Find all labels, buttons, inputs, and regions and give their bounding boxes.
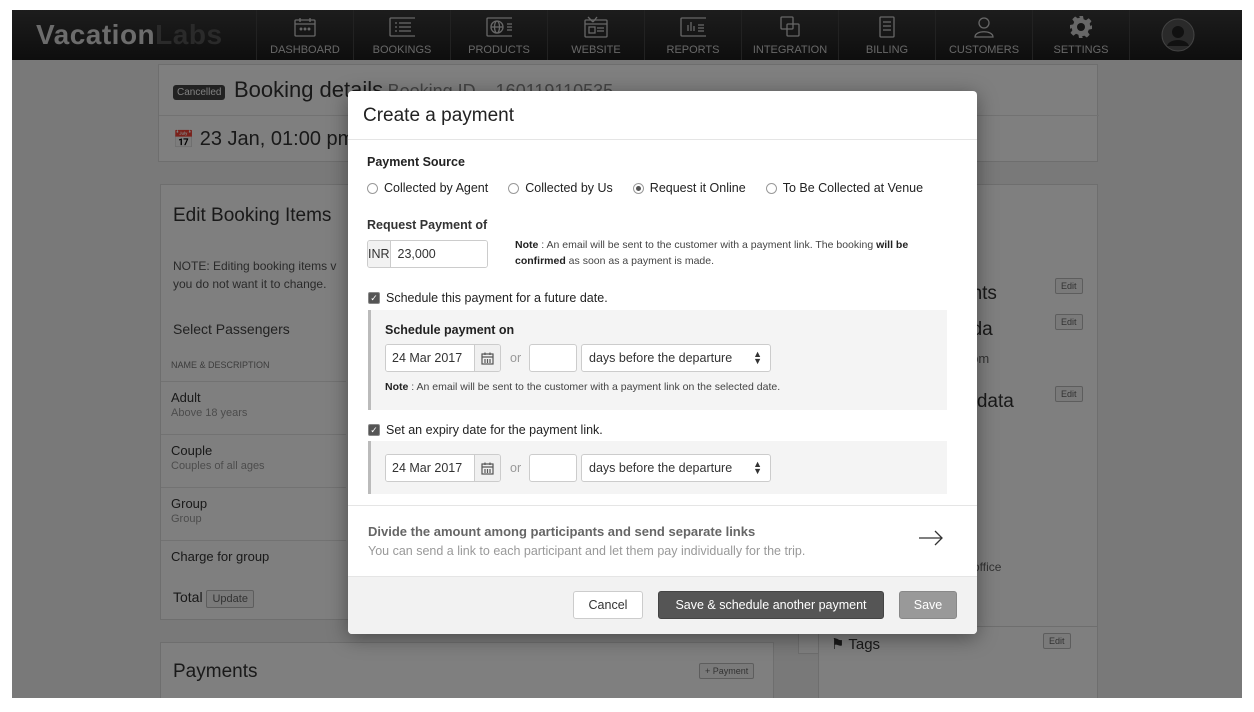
expiry-checkbox-row[interactable]: ✓ Set an expiry date for the payment lin… <box>368 423 603 437</box>
payment-source-group: Collected by Agent Collected by Us Reque… <box>367 181 943 195</box>
expiry-date-input[interactable] <box>386 455 474 481</box>
radio-collected-by-agent[interactable]: Collected by Agent <box>367 181 488 195</box>
expiry-days-input[interactable] <box>529 454 577 482</box>
divide-heading: Divide the amount among participants and… <box>368 524 756 539</box>
schedule-note: Note : An email will be sent to the cust… <box>385 379 780 395</box>
radio-request-online[interactable]: Request it Online <box>632 181 746 195</box>
radio-label: Collected by Us <box>525 181 613 195</box>
payment-source-label: Payment Source <box>367 155 465 169</box>
or-text: or <box>510 351 522 365</box>
note-text: : An email will be sent to the customer … <box>408 381 781 393</box>
radio-label: To Be Collected at Venue <box>782 181 924 195</box>
payment-note: Note : An email will be sent to the cust… <box>515 237 945 269</box>
schedule-days-input[interactable] <box>529 344 577 372</box>
radio-circle[interactable] <box>765 182 777 194</box>
amount-input-group: INR <box>367 240 488 268</box>
calendar-icon[interactable] <box>474 455 500 481</box>
expiry-checkbox-label: Set an expiry date for the payment link. <box>386 423 603 437</box>
save-button[interactable]: Save <box>899 591 957 619</box>
calendar-icon[interactable] <box>474 345 500 371</box>
amount-input[interactable] <box>390 241 487 267</box>
app-window: VacationLabs DASHBOARD BOOKINGS PRODUCTS… <box>12 10 1242 698</box>
note-text: : An email will be sent to the customer … <box>538 239 877 251</box>
cancel-button[interactable]: Cancel <box>573 591 643 619</box>
currency-addon: INR <box>368 241 391 267</box>
radio-label: Collected by Agent <box>384 181 489 195</box>
note-text-end: as soon as a payment is made. <box>565 255 715 267</box>
expiry-section: or days before the departure ▲▼ <box>368 441 947 494</box>
or-text: or <box>510 461 522 475</box>
note-label: Note <box>385 381 409 393</box>
divide-amount-link[interactable]: Divide the amount among participants and… <box>348 505 977 576</box>
schedule-checkbox-row[interactable]: ✓ Schedule this payment for a future dat… <box>368 291 608 305</box>
schedule-checkbox-label: Schedule this payment for a future date. <box>386 291 608 305</box>
schedule-checkbox[interactable]: ✓ <box>368 292 380 304</box>
radio-label: Request it Online <box>649 181 746 195</box>
save-schedule-another-button[interactable]: Save & schedule another payment <box>658 591 884 619</box>
create-payment-modal: Create a payment Payment Source Collecte… <box>348 91 977 634</box>
expiry-checkbox[interactable]: ✓ <box>368 424 380 436</box>
schedule-days-select[interactable]: days before the departure ▲ ▼ <box>581 344 771 372</box>
divide-subtext: You can send a link to each participant … <box>368 544 806 558</box>
radio-circle[interactable] <box>508 182 520 194</box>
select-arrows-icon: ▲ ▼ <box>753 459 762 476</box>
select-value: days before the departure <box>589 461 733 475</box>
request-payment-label: Request Payment of <box>367 218 488 232</box>
radio-collected-at-venue[interactable]: To Be Collected at Venue <box>765 181 924 195</box>
schedule-date-input[interactable] <box>386 345 474 371</box>
schedule-on-label: Schedule payment on <box>385 323 515 337</box>
radio-circle[interactable] <box>367 182 378 194</box>
expiry-date-group <box>385 454 501 482</box>
select-value: days before the departure <box>589 351 733 365</box>
schedule-date-group <box>385 344 501 372</box>
radio-circle[interactable] <box>632 182 644 194</box>
schedule-section: Schedule payment on or days before the d… <box>368 310 947 410</box>
modal-title: Create a payment <box>348 91 977 140</box>
arrow-right-icon[interactable] <box>918 530 944 546</box>
modal-footer: Cancel Save & schedule another payment S… <box>348 576 977 634</box>
note-label: Note <box>515 239 539 251</box>
radio-collected-by-us[interactable]: Collected by Us <box>508 181 613 195</box>
select-arrows-icon: ▲ ▼ <box>753 349 762 366</box>
expiry-days-select[interactable]: days before the departure ▲ ▼ <box>581 454 771 482</box>
